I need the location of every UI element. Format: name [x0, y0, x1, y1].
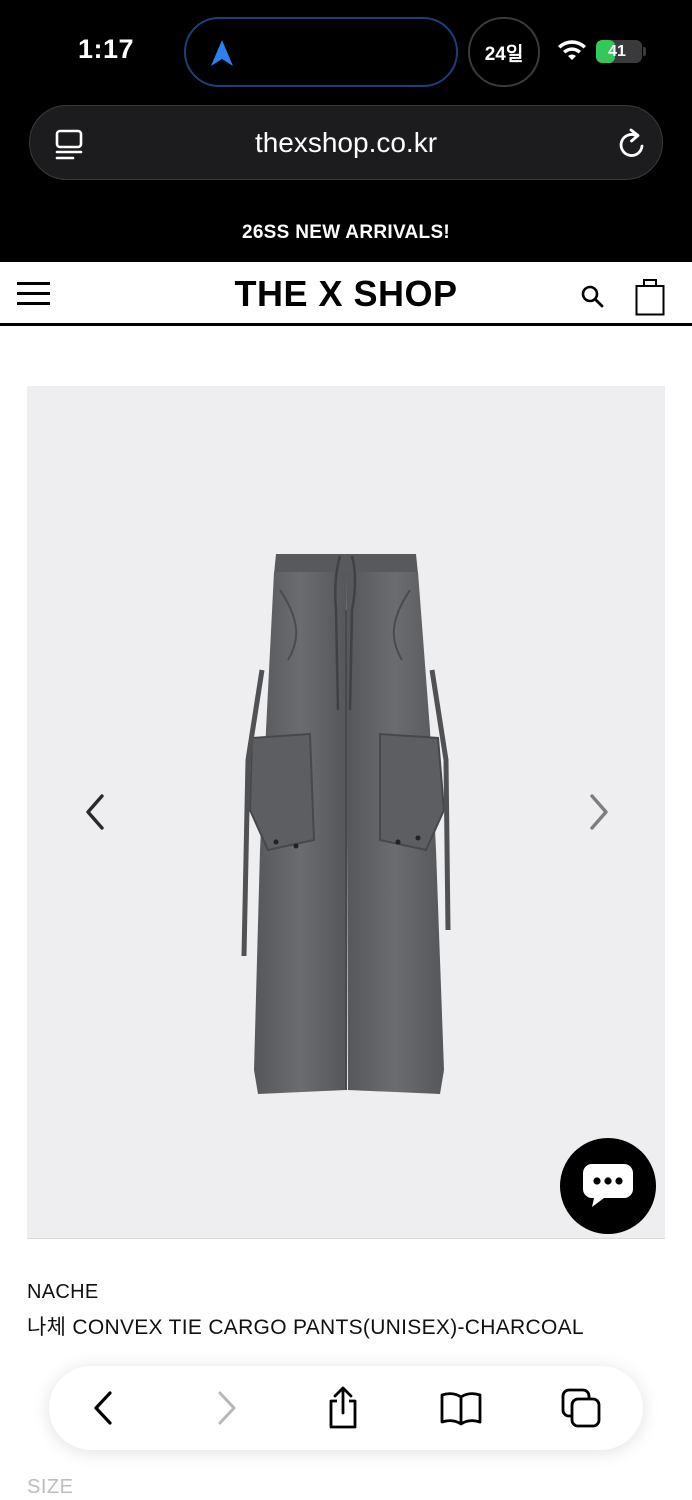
product-brand[interactable]: NACHE [27, 1281, 99, 1304]
chevron-left-icon [94, 1391, 112, 1425]
book-icon [440, 1392, 482, 1426]
back-button[interactable] [81, 1386, 125, 1430]
chat-bubble-icon [583, 1164, 633, 1207]
chat-button[interactable] [560, 1138, 656, 1234]
product-name: 나체 CONVEX TIE CARGO PANTS(UNISEX)-CHARCO… [27, 1316, 584, 1339]
date-pill: 24일 [468, 17, 540, 87]
wifi-icon [558, 40, 586, 60]
address-bar[interactable]: thexshop.co.kr [29, 105, 663, 180]
url-text[interactable]: thexshop.co.kr [30, 106, 662, 179]
browser-chrome: 1:17 24일 41 thexshop.co.kr 26SS NEW ARRI… [0, 0, 692, 262]
battery-indicator: 41 [596, 40, 642, 63]
tabs-button[interactable] [559, 1386, 603, 1430]
size-option-label: SIZE [27, 1476, 74, 1498]
promo-banner[interactable]: 26SS NEW ARRIVALS! [0, 222, 692, 244]
battery-tip [643, 47, 646, 56]
shopping-bag-icon[interactable] [635, 278, 665, 316]
battery-level: 41 [608, 42, 626, 60]
chevron-right-icon [218, 1391, 236, 1425]
browser-toolbar [49, 1366, 643, 1450]
dynamic-island[interactable] [184, 17, 458, 87]
site-header: THE X SHOP [0, 262, 692, 326]
share-icon [329, 1386, 357, 1429]
gallery-next-icon[interactable] [584, 792, 614, 832]
tabs-icon [561, 1388, 601, 1428]
gallery-prev-icon[interactable] [80, 792, 110, 832]
search-icon[interactable] [580, 284, 604, 308]
product-image[interactable] [240, 550, 455, 1098]
gallery-divider [27, 1238, 665, 1239]
bookmarks-button[interactable] [439, 1386, 483, 1430]
navigation-arrow-icon [211, 40, 233, 66]
status-time: 1:17 [78, 34, 135, 64]
forward-button[interactable] [205, 1386, 249, 1430]
share-button[interactable] [321, 1386, 365, 1430]
reload-icon[interactable] [616, 127, 648, 161]
